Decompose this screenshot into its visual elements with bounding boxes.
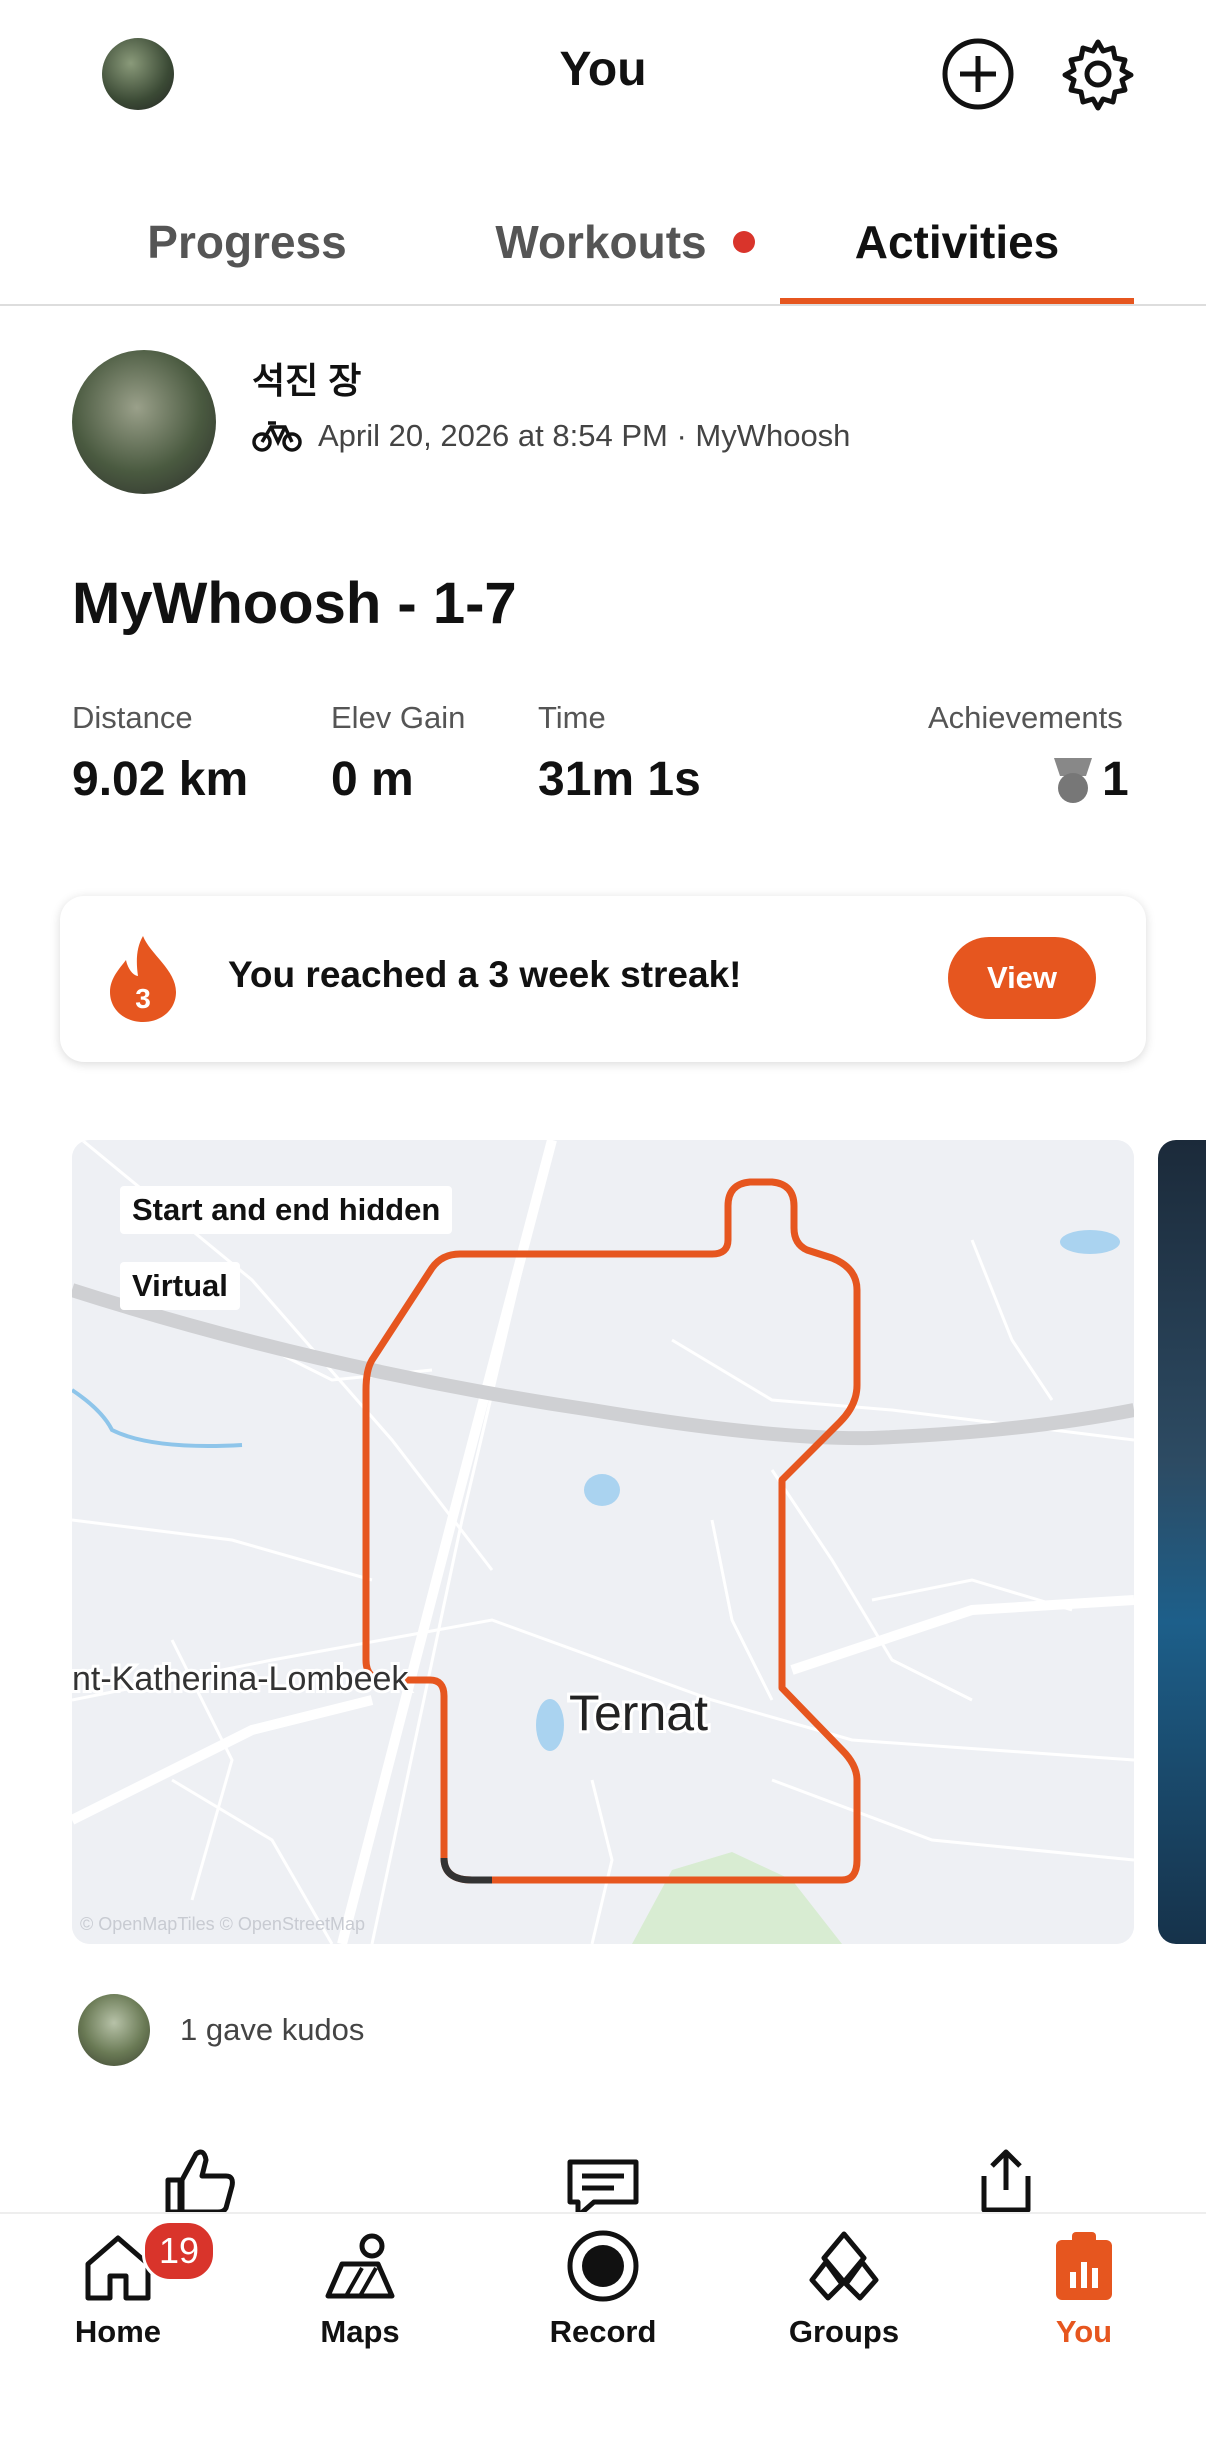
stat-distance-value: 9.02 km (72, 753, 249, 806)
nav-maps[interactable]: Maps (260, 2228, 460, 2350)
streak-message: You reached a 3 week streak! (228, 954, 742, 995)
add-button[interactable] (938, 34, 1018, 114)
medal-icon (1050, 756, 1096, 811)
svg-text:3: 3 (135, 983, 151, 1014)
next-photo-peek[interactable] (1158, 1140, 1206, 1944)
map-attribution: © OpenMapTiles © OpenStreetMap (80, 1914, 365, 1934)
view-streak-button[interactable]: View (948, 937, 1096, 1019)
activity-title[interactable]: MyWhoosh - 1-7 (72, 570, 517, 637)
share-icon[interactable] (972, 2146, 1040, 2221)
activity-date-source: April 20, 2026 at 8:54 PM · MyWhoosh (318, 418, 851, 453)
tab-bar: Progress Workouts Activities (0, 180, 1206, 306)
stat-distance-label: Distance (72, 700, 193, 735)
record-icon (567, 2230, 639, 2302)
thumbs-up-icon[interactable] (162, 2146, 238, 2221)
tab-workouts[interactable]: Workouts (470, 180, 780, 304)
nav-record[interactable]: Record (503, 2228, 703, 2350)
activity-meta: April 20, 2026 at 8:54 PM · MyWhoosh (252, 418, 850, 454)
stat-elev-value: 0 m (331, 753, 414, 806)
gear-icon (1062, 39, 1134, 111)
stat-achievements-value: 1 (1102, 753, 1129, 806)
settings-button[interactable] (1058, 34, 1138, 114)
kudos-text[interactable]: 1 gave kudos (180, 2012, 364, 2048)
you-icon (1056, 2232, 1112, 2300)
stat-achievements-label: Achievements (928, 700, 1123, 735)
tab-progress[interactable]: Progress (60, 180, 434, 304)
athlete-avatar[interactable] (72, 350, 216, 494)
tab-activities[interactable]: Activities (780, 180, 1134, 304)
notification-dot (732, 231, 755, 253)
flame-icon: 3 (106, 932, 180, 1029)
virtual-badge: Virtual (120, 1262, 240, 1310)
stat-time-label: Time (538, 700, 606, 735)
home-notification-badge: 19 (142, 2220, 216, 2282)
athlete-name[interactable]: 석진 장 (252, 352, 361, 404)
map-icon (325, 2233, 395, 2299)
kudos-avatar[interactable] (78, 1994, 150, 2066)
bike-icon (252, 421, 302, 452)
stat-elev-label: Elev Gain (331, 700, 466, 735)
plus-circle-icon (942, 38, 1014, 110)
active-tab-indicator (780, 298, 1134, 304)
place-label-small: nt-Katherina-Lombeek (72, 1660, 409, 1698)
route-map[interactable]: nt-Katherina-Lombeek Ternat © OpenMapTil… (72, 1140, 1134, 1944)
stat-time-value: 31m 1s (538, 753, 701, 806)
nav-you[interactable]: You (984, 2228, 1184, 2350)
groups-icon (809, 2231, 879, 2301)
page-title: You (559, 43, 647, 96)
place-label-large: Ternat (569, 1685, 708, 1741)
nav-groups[interactable]: Groups (744, 2228, 944, 2350)
start-end-hidden-badge: Start and end hidden (120, 1186, 453, 1234)
map-canvas: nt-Katherina-Lombeek Ternat © OpenMapTil… (72, 1140, 1134, 1944)
